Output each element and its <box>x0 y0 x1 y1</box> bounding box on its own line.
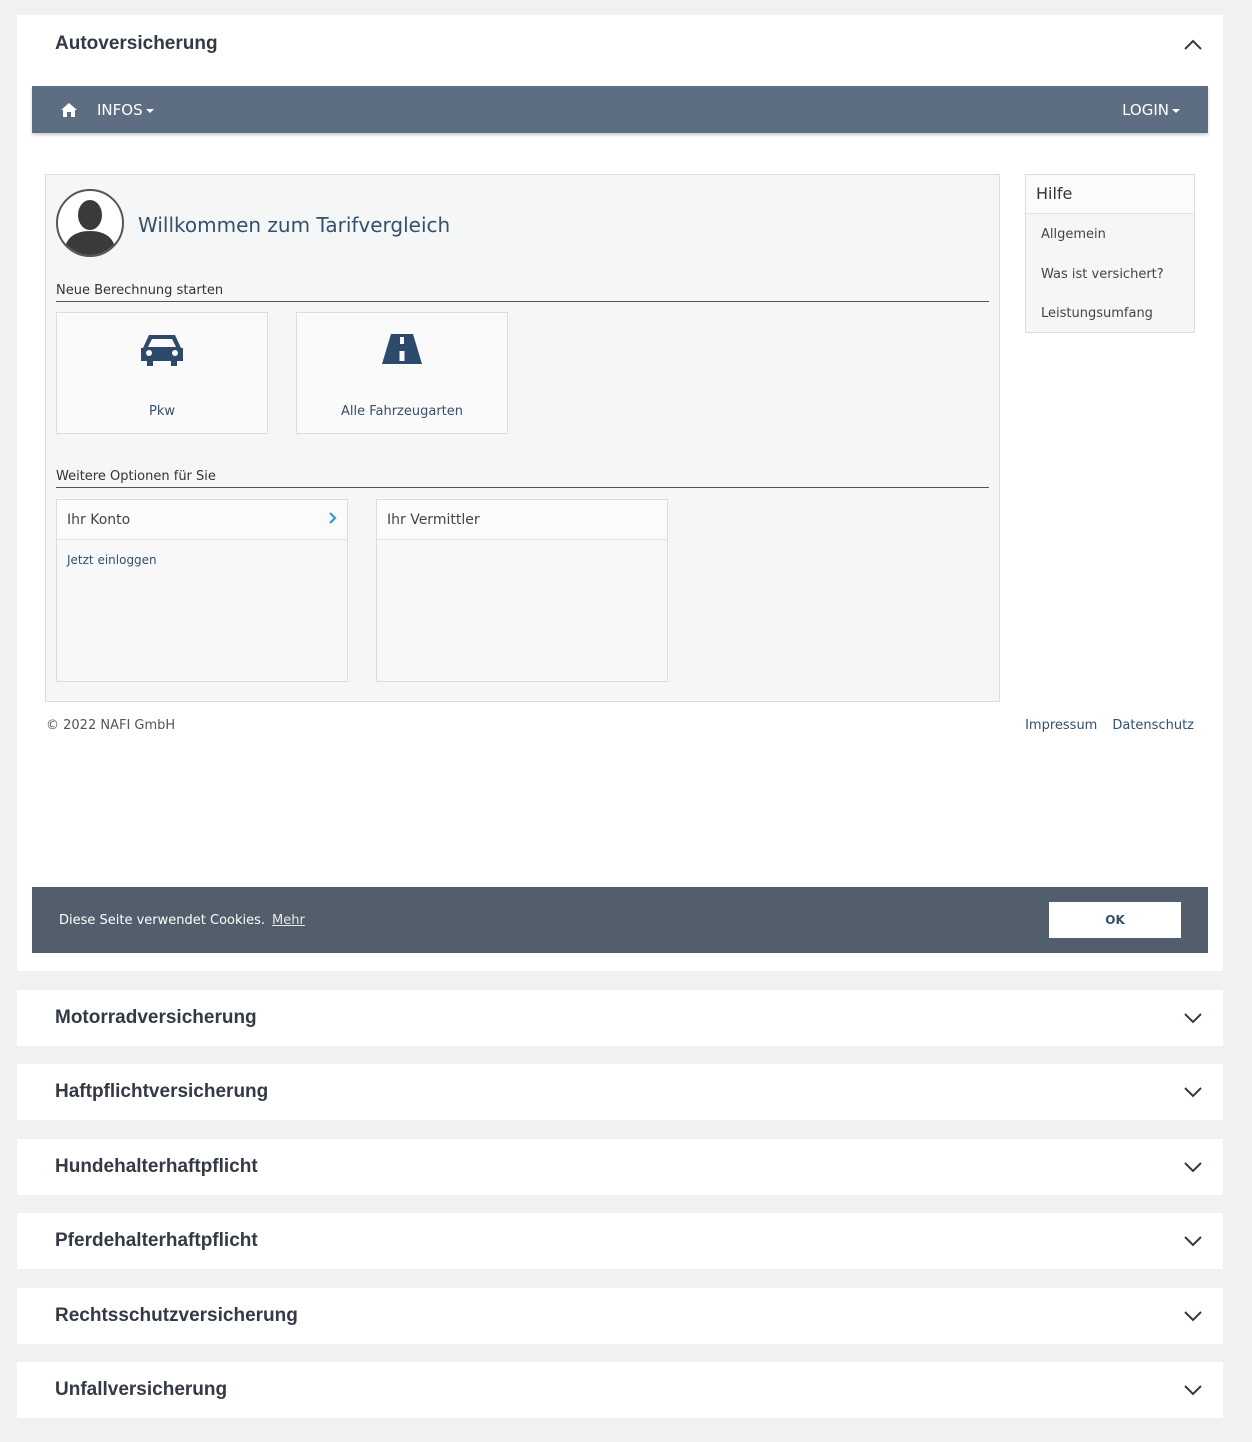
accordion-rechtsschutzversicherung[interactable]: Rechtsschutzversicherung <box>17 1288 1223 1344</box>
accordion-header-hundehalterhaftpflicht[interactable]: Hundehalterhaftpflicht <box>17 1139 1223 1195</box>
section-new-calculation: Neue Berechnung starten <box>56 283 989 302</box>
accordion-header-pferdehalterhaftpflicht[interactable]: Pferdehalterhaftpflicht <box>17 1213 1223 1269</box>
accordion-title: Motorradversicherung <box>55 1007 257 1028</box>
help-item-allgemein[interactable]: Allgemein <box>1026 214 1194 254</box>
accordion-title: Pferdehalterhaftpflicht <box>55 1230 258 1251</box>
accordion-haftpflichtversicherung[interactable]: Haftpflichtversicherung <box>17 1064 1223 1120</box>
card-ihr-konto-header[interactable]: Ihr Konto <box>57 500 347 540</box>
cookie-ok-button[interactable]: OK <box>1049 902 1181 938</box>
accordion-header-rechtsschutzversicherung[interactable]: Rechtsschutzversicherung <box>17 1288 1223 1344</box>
footer-links: Impressum Datenschutz <box>1025 718 1194 733</box>
card-ihr-vermittler: Ihr Vermittler <box>376 499 668 682</box>
chevron-right-icon[interactable] <box>329 511 337 528</box>
chevron-up-icon[interactable] <box>1183 34 1203 54</box>
tile-pkw[interactable]: Pkw <box>56 312 268 434</box>
card-ihr-konto: Ihr Konto Jetzt einloggen <box>56 499 348 682</box>
tile-alle-fahrzeugarten-label: Alle Fahrzeugarten <box>340 404 464 419</box>
accordion-autoversicherung: Autoversicherung INFOS LOGIN Willkommen … <box>17 15 1223 971</box>
accordion-title: Hundehalterhaftpflicht <box>55 1156 258 1177</box>
accordion-pferdehalterhaftpflicht[interactable]: Pferdehalterhaftpflicht <box>17 1213 1223 1269</box>
section-more-options: Weitere Optionen für Sie <box>56 469 989 488</box>
road-icon <box>382 330 422 368</box>
caret-down-icon <box>1172 108 1180 113</box>
nav-login-label: LOGIN <box>1122 100 1169 119</box>
cookie-more-link[interactable]: Mehr <box>272 913 305 928</box>
accordion-header-haftpflichtversicherung[interactable]: Haftpflichtversicherung <box>17 1064 1223 1120</box>
cookie-banner: Diese Seite verwendet Cookies. Mehr OK <box>32 887 1208 953</box>
welcome-heading: Willkommen zum Tarifvergleich <box>138 213 451 237</box>
help-panel: Hilfe Allgemein Was ist versichert? Leis… <box>1025 174 1195 333</box>
help-item-leistungsumfang[interactable]: Leistungsumfang <box>1026 293 1194 333</box>
tile-alle-fahrzeugarten[interactable]: Alle Fahrzeugarten <box>296 312 508 434</box>
card-ihr-vermittler-title: Ihr Vermittler <box>387 511 480 528</box>
chevron-down-icon[interactable] <box>1183 1306 1203 1326</box>
copyright: © 2022 NAFI GmbH <box>46 718 176 733</box>
login-link[interactable]: Jetzt einloggen <box>67 553 337 567</box>
accordion-title: Haftpflichtversicherung <box>55 1081 269 1102</box>
help-item-was-ist-versichert[interactable]: Was ist versichert? <box>1026 254 1194 294</box>
chevron-down-icon[interactable] <box>1183 1082 1203 1102</box>
chevron-down-icon[interactable] <box>1183 1380 1203 1400</box>
cookie-text: Diese Seite verwendet Cookies. <box>59 912 266 928</box>
help-title: Hilfe <box>1026 175 1194 214</box>
main-panel: Willkommen zum Tarifvergleich Neue Berec… <box>45 174 1000 702</box>
chevron-down-icon[interactable] <box>1183 1157 1203 1177</box>
caret-down-icon <box>145 108 154 113</box>
accordion-title: Rechtsschutzversicherung <box>55 1305 298 1326</box>
chevron-down-icon[interactable] <box>1183 1008 1203 1028</box>
user-silhouette-icon <box>64 200 116 255</box>
card-ihr-konto-title: Ihr Konto <box>67 511 131 528</box>
accordion-title: Unfallversicherung <box>55 1379 228 1400</box>
accordion-title: Autoversicherung <box>55 33 218 54</box>
nav-infos-label: INFOS <box>97 100 143 119</box>
card-ihr-vermittler-header: Ihr Vermittler <box>377 500 667 540</box>
car-icon <box>139 330 185 368</box>
chevron-down-icon[interactable] <box>1183 1231 1203 1251</box>
nav-infos-dropdown[interactable]: INFOS <box>97 101 154 119</box>
avatar <box>56 189 124 257</box>
navbar: INFOS LOGIN <box>32 86 1208 133</box>
accordion-motorradversicherung[interactable]: Motorradversicherung <box>17 990 1223 1046</box>
datenschutz-link[interactable]: Datenschutz <box>1112 718 1194 733</box>
accordion-unfallversicherung[interactable]: Unfallversicherung <box>17 1362 1223 1418</box>
tile-pkw-label: Pkw <box>149 404 175 419</box>
accordion-hundehalterhaftpflicht[interactable]: Hundehalterhaftpflicht <box>17 1139 1223 1195</box>
impressum-link[interactable]: Impressum <box>1025 718 1097 733</box>
accordion-header-unfallversicherung[interactable]: Unfallversicherung <box>17 1362 1223 1418</box>
nav-login-dropdown[interactable]: LOGIN <box>1122 101 1180 119</box>
accordion-header-autoversicherung[interactable]: Autoversicherung <box>17 15 1223 73</box>
home-icon[interactable] <box>60 102 78 118</box>
accordion-header-motorradversicherung[interactable]: Motorradversicherung <box>17 990 1223 1046</box>
